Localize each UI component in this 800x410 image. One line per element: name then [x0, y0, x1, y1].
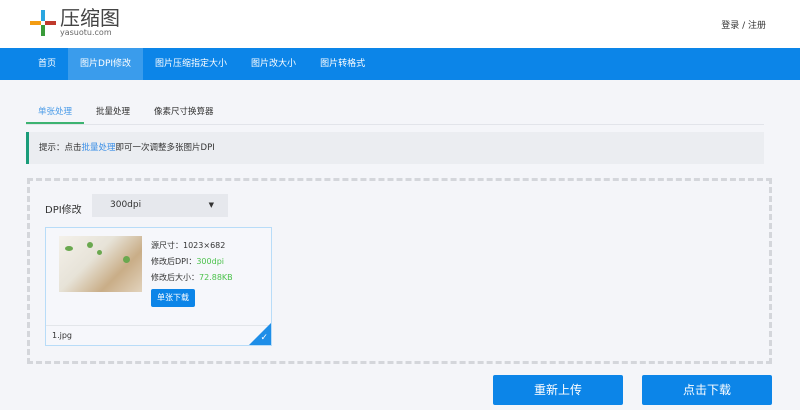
orig-size-label: 源尺寸： [151, 241, 183, 250]
file-name: 1.jpg [46, 325, 271, 345]
new-dpi-value: 300dpi [196, 257, 224, 266]
separator: / [739, 21, 748, 31]
download-button[interactable]: 点击下载 [642, 375, 772, 405]
orig-size-value: 1023×682 [183, 241, 226, 250]
logo-cross-icon [30, 9, 56, 36]
tabs: 单张处理 批量处理 像素尺寸换算器 [26, 100, 764, 125]
tab-batch[interactable]: 批量处理 [84, 100, 142, 124]
register-link[interactable]: 注册 [748, 21, 766, 31]
new-size-label: 修改后大小： [151, 273, 199, 282]
nav-home[interactable]: 首页 [26, 48, 68, 80]
logo[interactable]: 压缩图 yasuotu.com [30, 8, 120, 37]
dpi-label: DPI修改 [45, 205, 82, 216]
nav-convert[interactable]: 图片转格式 [308, 48, 377, 80]
header: 压缩图 yasuotu.com 登录 / 注册 [0, 0, 800, 48]
auth-links: 登录 / 注册 [721, 18, 766, 31]
tab-single[interactable]: 单张处理 [26, 100, 85, 124]
dpi-select[interactable]: 300dpi ▼ [92, 194, 228, 217]
reupload-button[interactable]: 重新上传 [493, 375, 623, 405]
tip-prefix: 提示：点击 [39, 143, 82, 153]
check-icon: ✓ [260, 333, 268, 343]
new-size-value: 72.88KB [199, 273, 233, 282]
tip-banner: 提示：点击批量处理即可一次调整多张图片DPI [26, 132, 764, 164]
main-nav: 首页 图片DPI修改 图片压缩指定大小 图片改大小 图片转格式 [0, 48, 800, 80]
upload-area[interactable]: DPI修改 300dpi ▼ 源尺寸：1023×682 修改后DPI：300dp… [27, 178, 772, 364]
tip-suffix: 即可一次调整多张图片DPI [115, 143, 215, 153]
caret-down-icon: ▼ [208, 201, 214, 209]
new-dpi-label: 修改后DPI： [151, 257, 197, 266]
dpi-value: 300dpi [110, 200, 142, 210]
batch-link[interactable]: 批量处理 [82, 143, 116, 153]
nav-resize[interactable]: 图片改大小 [239, 48, 308, 80]
logo-domain: yasuotu.com [60, 28, 112, 37]
single-download-button[interactable]: 单张下载 [151, 289, 195, 307]
tab-calculator[interactable]: 像素尺寸换算器 [142, 100, 226, 124]
image-thumbnail [59, 236, 142, 292]
file-card: 源尺寸：1023×682 修改后DPI：300dpi 修改后大小：72.88KB… [45, 227, 272, 346]
logo-title: 压缩图 [60, 6, 120, 30]
nav-compress[interactable]: 图片压缩指定大小 [143, 48, 239, 80]
nav-dpi[interactable]: 图片DPI修改 [68, 48, 144, 80]
login-link[interactable]: 登录 [721, 21, 739, 31]
file-info: 源尺寸：1023×682 修改后DPI：300dpi 修改后大小：72.88KB [151, 238, 233, 286]
